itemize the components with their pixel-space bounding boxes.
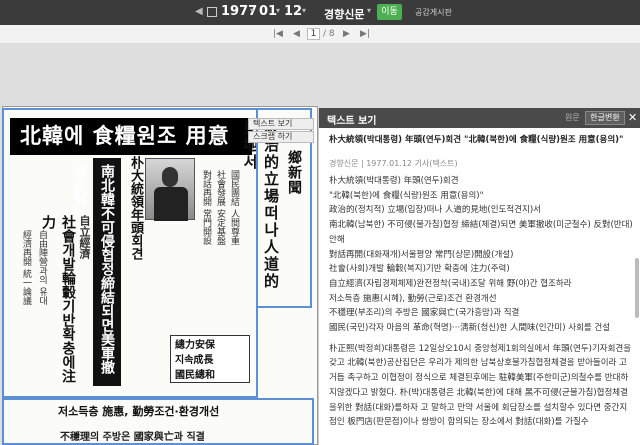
article-line: 對話再開(대화재개)서울평양 常門(상문)開設(개설) <box>329 249 514 260</box>
article-line: 不穩理(부조리)의 주방은 國家與亡(국가흥망)과 직결 <box>329 308 520 319</box>
panel-title: 텍스트 보기 <box>327 116 377 127</box>
text-view-tab[interactable]: 텍스트 보기 <box>248 118 314 130</box>
article-title: 朴大統領(박대통령) 年頭(연두)회견 "北韓(북한)에 食糧(식량)원조 用意… <box>329 135 624 145</box>
month-select[interactable]: 01 <box>259 4 277 19</box>
article-line: 政治的(정치적) 立場(입장)떠나 人道的見地(인도적견지)서 <box>329 205 541 216</box>
text-view-panel: 텍스트 보기 원문 한글변환 ✕ 朴大統領(박대통령) 年頭(연두)회견 "北韓… <box>318 108 640 445</box>
last-page-icon[interactable]: ▶| <box>360 29 370 39</box>
first-page-icon[interactable]: |◀ <box>273 29 283 39</box>
article-body: 朴大統領(박대통령) 年頭(연두)회견 "北韓(북한)에 食糧(식량)원조 用意… <box>329 174 633 430</box>
year-dropdown-icon[interactable]: ▾ <box>250 6 254 15</box>
scrap-tab[interactable]: 스크랩 하기 <box>248 131 314 143</box>
article-line: 國民(국민)각자 마음의 革命(혁명)···淸新(청신)한 人間味(인간미) 사… <box>329 323 611 334</box>
article-highlight-box[interactable] <box>2 398 314 445</box>
page-navigator: |◀ ◀ 1 / 8 ▶ ▶| <box>0 25 640 44</box>
article-line: 朴大統領(박대통령) 年頭(연두)회견 <box>329 176 459 186</box>
panel-scrollbar[interactable] <box>635 258 639 318</box>
article-line: 저소득층 施惠(시혜), 勤勞(근로)조건 환경개선 <box>329 293 497 304</box>
newspaper-select[interactable]: 경향신문 <box>324 6 364 22</box>
month-dropdown-icon[interactable]: ▾ <box>276 6 280 15</box>
prev-page-icon[interactable]: ◀ <box>293 29 300 39</box>
next-page-icon[interactable]: ▶ <box>343 29 350 39</box>
move-button[interactable]: 이동 <box>377 4 402 20</box>
article-line: "北韓(북한)에 食糧(식량)원조 用意(용의)" <box>329 190 484 201</box>
article-line: 社會(사회)개발 輪轂(복지)기반 확충에 注力(주력) <box>329 264 510 275</box>
article-meta: 경향신문 | 1977.01.12 기사(텍스트) <box>329 159 458 168</box>
article-line: 自立經濟(자립경제체제)완전정착(국내)조달 위해 野(야)간 협조하라 <box>329 278 572 289</box>
page-total: / 8 <box>323 29 335 39</box>
top-toolbar: ◀ 1977 ▾ 01 ▾ 12 ▾ 경향신문 ▾ 이동 공감게시판 <box>0 0 640 25</box>
original-text-button[interactable]: 원문 <box>565 112 580 123</box>
day-select[interactable]: 12 <box>284 4 302 19</box>
article-tabs: 텍스트 보기 스크랩 하기 <box>248 118 314 143</box>
article-paragraph: 朴正熙(박정희)대통령은 12일상오10시 중앙청제1회의실에서 年頭(연두)기… <box>329 343 632 428</box>
hangul-convert-button[interactable]: 한글변환 <box>585 111 625 125</box>
article-line: 南北韓(남북한) 不可侵(불가침)협정 締結(체결)되면 美軍撤收(미군철수) … <box>329 220 633 245</box>
calendar-icon[interactable] <box>207 7 217 17</box>
share-board-link[interactable]: 공감게시판 <box>415 7 452 18</box>
day-dropdown-icon[interactable]: ▾ <box>302 6 306 15</box>
prev-date-icon[interactable]: ◀ <box>195 6 203 17</box>
page-number-input[interactable]: 1 <box>307 28 320 40</box>
close-icon[interactable]: ✕ <box>628 111 637 124</box>
paper-dropdown-icon[interactable]: ▾ <box>367 6 371 15</box>
article-highlight-box[interactable] <box>2 108 258 398</box>
panel-header: 텍스트 보기 원문 한글변환 ✕ <box>319 108 640 128</box>
